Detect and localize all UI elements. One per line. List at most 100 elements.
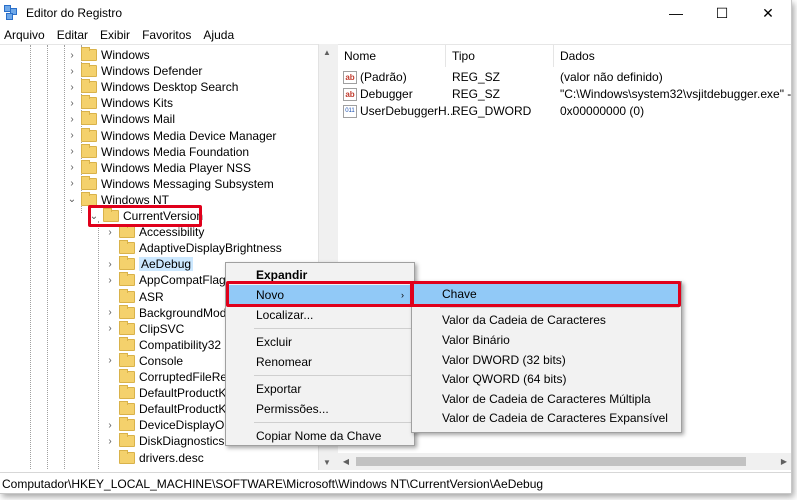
- folder-icon: [81, 95, 97, 110]
- tree-item-label: Windows Desktop Search: [101, 80, 239, 95]
- tree-item-appcompatflags[interactable]: › AppCompatFlags: [104, 272, 232, 288]
- folder-icon: [81, 47, 97, 61]
- menu-item-renomear[interactable]: Renomear: [228, 352, 412, 372]
- expand-chevron-icon[interactable]: ›: [104, 323, 116, 334]
- tree-item-currentversion[interactable]: ⌄ CurrentVersion: [88, 208, 203, 224]
- menu-item-exportar[interactable]: Exportar: [228, 379, 412, 399]
- tree-item-windows-defender[interactable]: › Windows Defender: [66, 63, 202, 79]
- tree-item-console[interactable]: › Console: [104, 352, 184, 369]
- value-data: (valor não definido): [560, 70, 663, 84]
- tree-item-windows-media-device-manager[interactable]: › Windows Media Device Manager: [66, 127, 276, 144]
- maximize-button[interactable]: ☐: [699, 0, 745, 26]
- close-button[interactable]: ✕: [745, 0, 791, 26]
- expand-chevron-icon[interactable]: ›: [66, 82, 78, 93]
- menu-item-valor-dword-32-bits[interactable]: Valor DWORD (32 bits): [414, 350, 679, 370]
- menu-exibir[interactable]: Exibir: [100, 28, 130, 42]
- menu-item-valor-de-cadeia-de-caracteres-m-ltipla[interactable]: Valor de Cadeia de Caracteres Múltipla: [414, 389, 679, 409]
- menu-item-label: Localizar...: [256, 308, 314, 322]
- menu-editar[interactable]: Editar: [57, 28, 88, 42]
- tree-item-corruptedfilereco[interactable]: CorruptedFileReco: [104, 369, 240, 385]
- minimize-button[interactable]: —: [653, 0, 699, 26]
- tree-item-label: AeDebug: [139, 257, 194, 272]
- tree-item-backgroundmode[interactable]: › BackgroundMode: [104, 304, 233, 321]
- menu-item-expandir[interactable]: Expandir: [228, 265, 412, 285]
- value-row[interactable]: 011 UserDebuggerH... REG_DWORD 0x00000000 (…: [338, 103, 791, 119]
- expand-chevron-icon[interactable]: ›: [66, 178, 78, 189]
- menu-favoritos[interactable]: Favoritos: [142, 28, 191, 42]
- menu-item-valor-de-cadeia-de-caracteres-expans-vel[interactable]: Valor de Cadeia de Caracteres Expansível: [414, 409, 679, 429]
- menu-item-novo[interactable]: Novo ›: [228, 285, 412, 305]
- expand-chevron-icon[interactable]: ›: [66, 66, 78, 77]
- menu-item-label: Chave: [442, 286, 477, 301]
- scroll-down-icon[interactable]: ▼: [319, 454, 335, 470]
- expand-chevron-icon[interactable]: ›: [66, 146, 78, 157]
- context-menu: Expandir Novo › Localizar... Excluir Renomear…: [225, 262, 415, 446]
- menu-item-label: Permissões...: [256, 402, 329, 416]
- tree-item-label: Accessibility: [139, 225, 205, 240]
- tree-item-compatibility32[interactable]: Compatibility32: [104, 336, 222, 353]
- folder-icon: [81, 79, 97, 94]
- values-scroll-thumb[interactable]: [356, 457, 746, 466]
- tree-item-label: Windows Mail: [101, 112, 176, 127]
- folder-icon: [119, 304, 135, 319]
- collapse-chevron-icon[interactable]: ⌄: [66, 194, 78, 205]
- collapse-chevron-icon[interactable]: ⌄: [88, 211, 100, 222]
- column-header-name[interactable]: Nome: [338, 45, 446, 67]
- value-row[interactable]: ab (Padrão) REG_SZ (valor não definido): [338, 69, 791, 85]
- expand-chevron-icon[interactable]: ›: [66, 114, 78, 125]
- menu-arquivo[interactable]: Arquivo: [4, 28, 45, 42]
- tree-item-adaptivedisplaybrightness[interactable]: AdaptiveDisplayBrightness: [104, 240, 282, 256]
- menu-item-permiss-es[interactable]: Permissões...: [228, 399, 412, 419]
- expand-chevron-icon[interactable]: ›: [104, 355, 116, 366]
- values-horizontal-scrollbar[interactable]: ◀ ▶: [338, 453, 791, 470]
- menu-item-excluir[interactable]: Excluir: [228, 332, 412, 352]
- tree-item-defaultproductke[interactable]: DefaultProductKe: [104, 401, 233, 417]
- scroll-right-icon[interactable]: ▶: [776, 453, 791, 470]
- menu-ajuda[interactable]: Ajuda: [203, 28, 234, 42]
- expand-chevron-icon[interactable]: ›: [66, 162, 78, 173]
- folder-icon: [119, 352, 135, 367]
- menu-item-valor-qword-64-bits[interactable]: Valor QWORD (64 bits): [414, 369, 679, 389]
- tree-item-drivers-desc[interactable]: drivers.desc: [104, 449, 204, 466]
- tree-item-defaultproductke[interactable]: DefaultProductKe: [104, 385, 233, 401]
- tree-item-label: Console: [139, 353, 184, 368]
- menu-item-valor-bin-rio[interactable]: Valor Binário: [414, 330, 679, 350]
- tree-item-windows-media-player-nss[interactable]: › Windows Media Player NSS: [66, 159, 251, 176]
- scroll-up-icon[interactable]: ▲: [319, 44, 335, 60]
- menu-item-valor-da-cadeia-de-caracteres[interactable]: Valor da Cadeia de Caracteres: [414, 311, 679, 331]
- tree-item-windows-kits[interactable]: › Windows Kits: [66, 95, 173, 111]
- scroll-left-icon[interactable]: ◀: [338, 453, 354, 470]
- tree-item-windows-desktop-search[interactable]: › Windows Desktop Search: [66, 79, 238, 95]
- tree-item-label: Compatibility32: [139, 337, 222, 352]
- menu-item-chave[interactable]: Chave: [414, 284, 679, 304]
- registry-editor-icon: [4, 5, 20, 21]
- tree-item-windows-messaging-subsystem[interactable]: › Windows Messaging Subsystem: [66, 175, 274, 192]
- expand-chevron-icon[interactable]: ›: [66, 50, 78, 61]
- menu-separator: [440, 306, 679, 308]
- tree-item-aedebug[interactable]: › AeDebug: [104, 256, 194, 272]
- value-row[interactable]: ab Debugger REG_SZ "C:\Windows\system32\vsj…: [338, 86, 791, 102]
- column-header-type[interactable]: Tipo: [446, 45, 554, 67]
- expand-chevron-icon[interactable]: ›: [66, 130, 78, 141]
- menu-item-localizar[interactable]: Localizar...: [228, 305, 412, 325]
- tree-item-devicedisplayobj[interactable]: › DeviceDisplayObj: [104, 417, 234, 433]
- tree-item-windows-mail[interactable]: › Windows Mail: [66, 111, 175, 127]
- tree-item-windows-nt[interactable]: ⌄ Windows NT: [66, 191, 169, 208]
- expand-chevron-icon[interactable]: ›: [104, 259, 116, 270]
- tree-item-clipsvc[interactable]: › ClipSVC: [104, 320, 184, 337]
- column-header-data[interactable]: Dados: [554, 45, 791, 67]
- expand-chevron-icon[interactable]: ›: [104, 436, 116, 447]
- tree-item-windows[interactable]: › Windows: [66, 47, 150, 63]
- expand-chevron-icon[interactable]: ›: [104, 307, 116, 318]
- tree-item-windows-media-foundation[interactable]: › Windows Media Foundation: [66, 143, 249, 160]
- expand-chevron-icon[interactable]: ›: [104, 227, 116, 238]
- tree-item-label: DiskDiagnostics: [139, 434, 225, 449]
- expand-chevron-icon[interactable]: ›: [66, 98, 78, 109]
- folder-icon: [81, 63, 97, 78]
- expand-chevron-icon[interactable]: ›: [104, 275, 116, 286]
- tree-item-asr[interactable]: ASR: [104, 288, 164, 305]
- tree-item-diskdiagnostics[interactable]: › DiskDiagnostics: [104, 433, 224, 449]
- menu-item-copiar-nome-da-chave[interactable]: Copiar Nome da Chave: [228, 426, 412, 446]
- expand-chevron-icon[interactable]: ›: [104, 420, 116, 431]
- tree-item-accessibility[interactable]: › Accessibility: [104, 224, 204, 240]
